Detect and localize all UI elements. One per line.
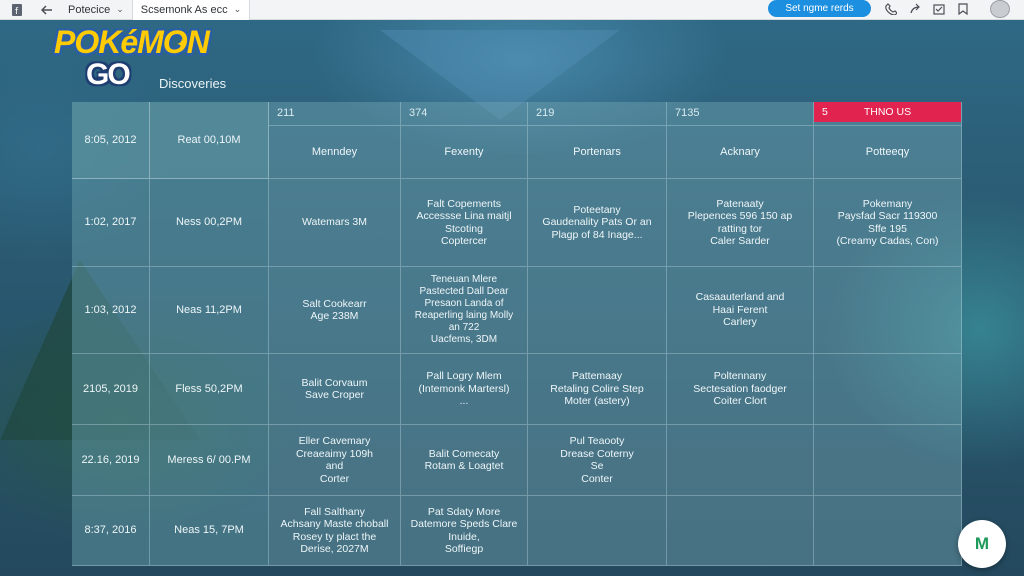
row-date: 1:03, 2012 [72, 267, 150, 354]
column-header[interactable]: Menndey [269, 126, 401, 179]
column-header[interactable]: Portenars [528, 126, 667, 179]
column-header[interactable]: Acknary [667, 126, 814, 179]
sparkle-icon: ✦ [176, 36, 188, 52]
table-cell[interactable] [814, 425, 962, 496]
row-time: Ness 00,2PM [150, 179, 269, 267]
table-cell[interactable] [667, 496, 814, 566]
table-cell[interactable]: Pattemaay Retaling Colire Step Moter (as… [528, 354, 667, 425]
inbox-icon[interactable] [932, 2, 946, 16]
row-time: Neas 15, 7PM [150, 496, 269, 566]
primary-action-button[interactable]: Set ngme rerds [768, 0, 871, 17]
share-icon[interactable] [908, 2, 922, 16]
back-arrow-icon[interactable] [40, 3, 54, 17]
row-time: Meress 6/ 00.PM [150, 425, 269, 496]
table-cell[interactable]: Watemars 3M [269, 179, 401, 267]
column-header[interactable]: Fexenty [401, 126, 528, 179]
column-header[interactable]: Potteeqy [814, 126, 962, 179]
row-date: 2105, 2019 [72, 354, 150, 425]
table-cell[interactable]: Poteetany Gaudenality Pats Or an Plagp o… [528, 179, 667, 267]
table-cell[interactable] [528, 267, 667, 354]
table-cell[interactable]: Falt Copements Accessse Lina maitjl Stco… [401, 179, 528, 267]
chevron-down-icon: ⌄ [233, 4, 242, 14]
table-cell[interactable]: Eller Cavemary Creaeaimy 109h and Corter [269, 425, 401, 496]
discoveries-table: 211 374 219 7135 5 THNO US Menndey Fexen… [72, 102, 962, 566]
row-time: Reat 00,10M [150, 102, 269, 179]
row-time: Neas 11,2PM [150, 267, 269, 354]
table-cell[interactable]: Balit Comecaty Rotam & Loagtet [401, 425, 528, 496]
table-cell[interactable] [814, 267, 962, 354]
tab-scsemonk[interactable]: Scsemonk As ecc ⌄ [131, 0, 251, 20]
row-time: Fless 50,2PM [150, 354, 269, 425]
table-cell[interactable]: Poltennany Sectesation faodger Coiter Cl… [667, 354, 814, 425]
table-cell[interactable]: Pokemany Paysfad Sacr 119300 Sffe 195 (C… [814, 179, 962, 267]
chevron-down-icon: ⌄ [116, 4, 124, 14]
facebook-icon[interactable]: f [10, 3, 24, 17]
table-cell[interactable] [814, 354, 962, 425]
table-cell[interactable]: Pat Sdaty More Datemore Speds Clare Inui… [401, 496, 528, 566]
table-cell[interactable]: Balit Corvaum Save Croper [269, 354, 401, 425]
tab-label: Potecice [68, 3, 111, 16]
row-date: 8:37, 2016 [72, 496, 150, 566]
table-cell[interactable] [528, 496, 667, 566]
table-cell[interactable]: Salt Cookearr Age 238M [269, 267, 401, 354]
tab-potecice[interactable]: Potecice ⌄ [60, 0, 132, 20]
toolbar-icons [884, 2, 970, 16]
row-date: 8:05, 2012 [72, 102, 150, 179]
alert-banner-cell: 5 THNO US [814, 102, 962, 126]
table-cell[interactable]: Pul Teaooty Drease Coterny Se Conter [528, 425, 667, 496]
table-cell[interactable]: Patenaaty Plepences 596 150 ap ratting t… [667, 179, 814, 267]
column-number: 219 [528, 102, 667, 126]
avatar[interactable] [990, 0, 1010, 18]
table-cell[interactable]: Casaauterland and Haai Ferent Carlery [667, 267, 814, 354]
phone-icon[interactable] [884, 2, 898, 16]
table-cell[interactable]: Pall Logry Mlem (Intemonk Martersl) ... [401, 354, 528, 425]
alert-banner[interactable]: 5 THNO US [814, 102, 961, 122]
alert-count: 5 [822, 105, 828, 118]
alert-label: THNO US [863, 105, 912, 118]
fab-label: M [974, 534, 990, 553]
table-cell[interactable] [814, 496, 962, 566]
tab-label: Scsemonk As ecc [140, 3, 228, 16]
table-cell[interactable] [667, 425, 814, 496]
row-date: 1:02, 2017 [72, 179, 150, 267]
column-number: 211 [269, 102, 401, 126]
column-number: 374 [401, 102, 528, 126]
row-date: 22.16, 2019 [72, 425, 150, 496]
help-fab-button[interactable]: M [958, 520, 1006, 568]
table-cell[interactable]: Teneuan Mlere Pastected Dall Dear Presao… [401, 267, 528, 354]
logo-go-mark: GO [86, 58, 131, 91]
page-title: Discoveries [159, 76, 227, 91]
table-cell[interactable]: Fall Salthany Achsany Maste choball Rose… [269, 496, 401, 566]
bookmark-icon[interactable] [956, 2, 970, 16]
column-number: 7135 [667, 102, 814, 126]
